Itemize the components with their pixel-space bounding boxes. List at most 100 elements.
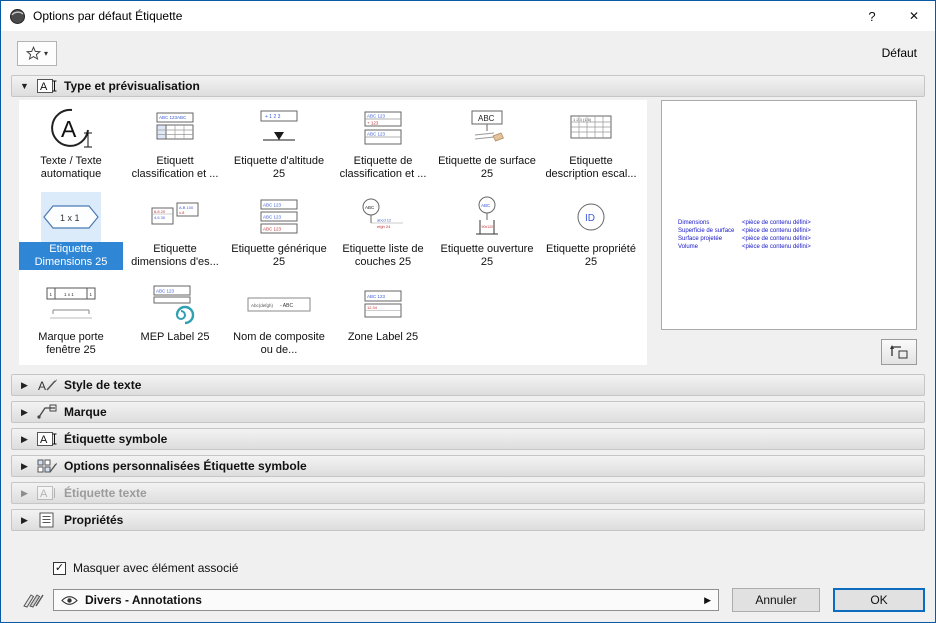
section-header-etiquette-symbole[interactable]: ▶ A Étiquette symbole	[11, 428, 925, 450]
pen-set-icon[interactable]	[21, 591, 47, 609]
help-button[interactable]: ?	[851, 1, 893, 31]
svg-text:- ABC: - ABC	[280, 303, 293, 309]
section-header-etiquette-texte: ▶ A Étiquette texte	[11, 482, 925, 504]
layer-selector[interactable]: Divers - Annotations ▶	[53, 589, 719, 611]
grid-item-description-escalier[interactable]: 1 2 3 (1 6) Etiquette description escal.…	[539, 104, 643, 192]
svg-text:A: A	[40, 434, 48, 446]
grid-item-classification[interactable]: ABC 123ABC Etiquett classification et ..…	[123, 104, 227, 192]
close-button[interactable]: ✕	[893, 1, 935, 31]
chevron-collapsed-icon: ▶	[21, 487, 28, 498]
grid-item-label: Etiquette Dimensions 25	[19, 242, 123, 270]
svg-text:ABC 123: ABC 123	[263, 227, 282, 232]
svg-text:1 x 1: 1 x 1	[64, 292, 74, 297]
grid-item-label: Etiquette de classification et ...	[339, 155, 427, 180]
dimensions-hexagon-icon: 1 x 1	[41, 192, 101, 242]
grid-item-surface[interactable]: ABC Etiquette de surface 25	[435, 104, 539, 192]
classification-tables-icon: ABC 123 + 123 ABC 123	[360, 104, 406, 154]
svg-text:ID: ID	[585, 213, 595, 224]
chevron-down-icon: ▾	[43, 48, 48, 58]
grid-item-label: MEP Label 25	[140, 331, 210, 343]
section-header-style-de-texte[interactable]: ▶ A Style de texte	[11, 374, 925, 396]
svg-text:+ 123: + 123	[367, 121, 379, 126]
proprietes-icon	[37, 512, 57, 528]
dialog-body: ▾ Défaut ▼ A Type et prévisualisation A …	[1, 31, 935, 622]
grid-item-propriete[interactable]: ID Etiquette propriété 25	[539, 192, 643, 280]
svg-text:ABC 123: ABC 123	[263, 203, 282, 208]
section-header-marque[interactable]: ▶ Marque	[11, 401, 925, 423]
svg-text:12.34: 12.34	[367, 305, 378, 310]
preview-content: Dimensions <pièce de contenu défini> Supe…	[678, 219, 811, 251]
grid-item-label: Etiquette d'altitude 25	[233, 155, 325, 180]
description-grid-icon: 1 2 3 (1 6)	[566, 104, 616, 154]
svg-text:ABC 123: ABC 123	[156, 289, 175, 294]
mep-icon: ABC 123	[150, 280, 200, 330]
chevron-collapsed-icon: ▶	[21, 460, 28, 471]
grid-item-marque-porte-fenetre[interactable]: 11 x 11 Marque porte fenêtre 25	[19, 280, 123, 365]
chevron-collapsed-icon: ▶	[21, 433, 28, 444]
favorites-button[interactable]: ▾	[17, 40, 57, 66]
couches-icon: ABC abcd 12 efgh 24	[357, 192, 409, 242]
ok-button[interactable]: OK	[833, 588, 925, 612]
pickup-parameters-button[interactable]	[881, 338, 917, 365]
svg-text:1 x 1: 1 x 1	[60, 213, 80, 223]
section-label: Étiquette texte	[64, 486, 147, 500]
grid-item-label: Etiquette description escal...	[545, 155, 637, 180]
hide-with-element-label: Masquer avec élément associé	[73, 561, 239, 575]
label-preview-pane: Dimensions <pièce de contenu défini> Supe…	[661, 100, 917, 330]
type-preview-icon: A	[37, 78, 57, 94]
grid-item-texte-automatique[interactable]: A Texte / Texte automatique	[19, 104, 123, 192]
preview-row: Volume <pièce de contenu défini>	[678, 244, 811, 250]
grid-item-label: Etiquette générique 25	[231, 243, 327, 268]
grid-item-zone-label[interactable]: ABC 123 12.34 Zone Label 25	[331, 280, 435, 365]
composite-icon: Abc(defgh) - ABC	[246, 280, 312, 330]
grid-item-classification-2[interactable]: ABC 123 + 123 ABC 123 Etiquette de classif…	[331, 104, 435, 192]
svg-text:ABC 123ABC: ABC 123ABC	[159, 115, 187, 120]
classification-table-icon: ABC 123ABC	[152, 104, 198, 154]
svg-text:ABC 123: ABC 123	[367, 132, 386, 137]
surface-icon: ABC	[464, 104, 510, 154]
etiquette-texte-icon: A	[37, 485, 57, 501]
favorites-bar: ▾ Défaut	[11, 36, 925, 70]
marque-icon	[37, 404, 57, 420]
grid-item-label: Texte / Texte automatique	[40, 155, 102, 180]
section-label: Étiquette symbole	[64, 432, 168, 446]
chevron-collapsed-icon: ▶	[21, 379, 28, 390]
zone-icon: ABC 123 12.34	[360, 280, 406, 330]
label-type-grid: A Texte / Texte automatique ABC 123ABC E…	[19, 100, 647, 365]
section-label: Style de texte	[64, 378, 142, 392]
svg-text:ABC 123: ABC 123	[263, 215, 282, 220]
chevron-expanded-icon: ▼	[20, 81, 29, 91]
cancel-button[interactable]: Annuler	[732, 588, 820, 612]
grid-item-dimensions-selected[interactable]: 1 x 1 Etiquette Dimensions 25	[19, 192, 123, 280]
chevron-collapsed-icon: ▶	[21, 406, 28, 417]
hide-with-element-checkbox[interactable]: ✓	[53, 561, 66, 575]
title-bar: Options par défaut Étiquette ? ✕	[1, 1, 935, 31]
grid-item-ouverture[interactable]: ABC 90x120 Etiquette ouverture 25	[435, 192, 539, 280]
preview-row: Superficie de surface <pièce de contenu d…	[678, 228, 811, 234]
grid-item-mep-label[interactable]: ABC 123 MEP Label 25	[123, 280, 227, 365]
svg-text:Abc(defgh): Abc(defgh)	[251, 303, 274, 308]
section-header-type-previsualisation[interactable]: ▼ A Type et prévisualisation	[11, 75, 925, 97]
style-de-texte-icon: A	[37, 377, 57, 393]
grid-item-label: Marque porte fenêtre 25	[38, 331, 104, 356]
grid-item-dimensions-espace[interactable]: 8.8 20 4.6 30 A.B 100 x.8 Etiquette dimensi…	[123, 192, 227, 280]
grid-item-liste-couches[interactable]: ABC abcd 12 efgh 24 Etiquette liste de cou…	[331, 192, 435, 280]
window-title: Options par défaut Étiquette	[33, 9, 183, 23]
section-label: Type et prévisualisation	[64, 79, 200, 93]
grid-item-label: Etiquette de surface 25	[438, 155, 536, 180]
propriete-id-icon: ID	[574, 192, 608, 242]
svg-text:A: A	[40, 81, 48, 93]
grid-item-generique[interactable]: ABC 123 ABC 123 ABC 123 Etiquette génériqu…	[227, 192, 331, 280]
hide-with-element-row: ✓ Masquer avec élément associé	[53, 561, 925, 575]
section-header-proprietes[interactable]: ▶ Propriétés	[11, 509, 925, 531]
section-header-options-personnalisees[interactable]: ▶ Options personnalisées Étiquette symbo…	[11, 455, 925, 477]
grid-item-label: Etiquette liste de couches 25	[342, 243, 424, 268]
pickup-parameters-icon	[890, 344, 908, 359]
svg-text:x.8: x.8	[179, 210, 185, 215]
combo-arrow-icon: ▶	[704, 594, 711, 605]
layer-name: Divers - Annotations	[85, 593, 202, 607]
grid-item-nom-composite[interactable]: Abc(defgh) - ABC Nom de composite ou de..…	[227, 280, 331, 365]
grid-item-altitude[interactable]: + 1 2 3 Etiquette d'altitude 25	[227, 104, 331, 192]
etiquette-symbole-icon: A	[37, 431, 57, 447]
svg-text:A: A	[61, 116, 77, 142]
